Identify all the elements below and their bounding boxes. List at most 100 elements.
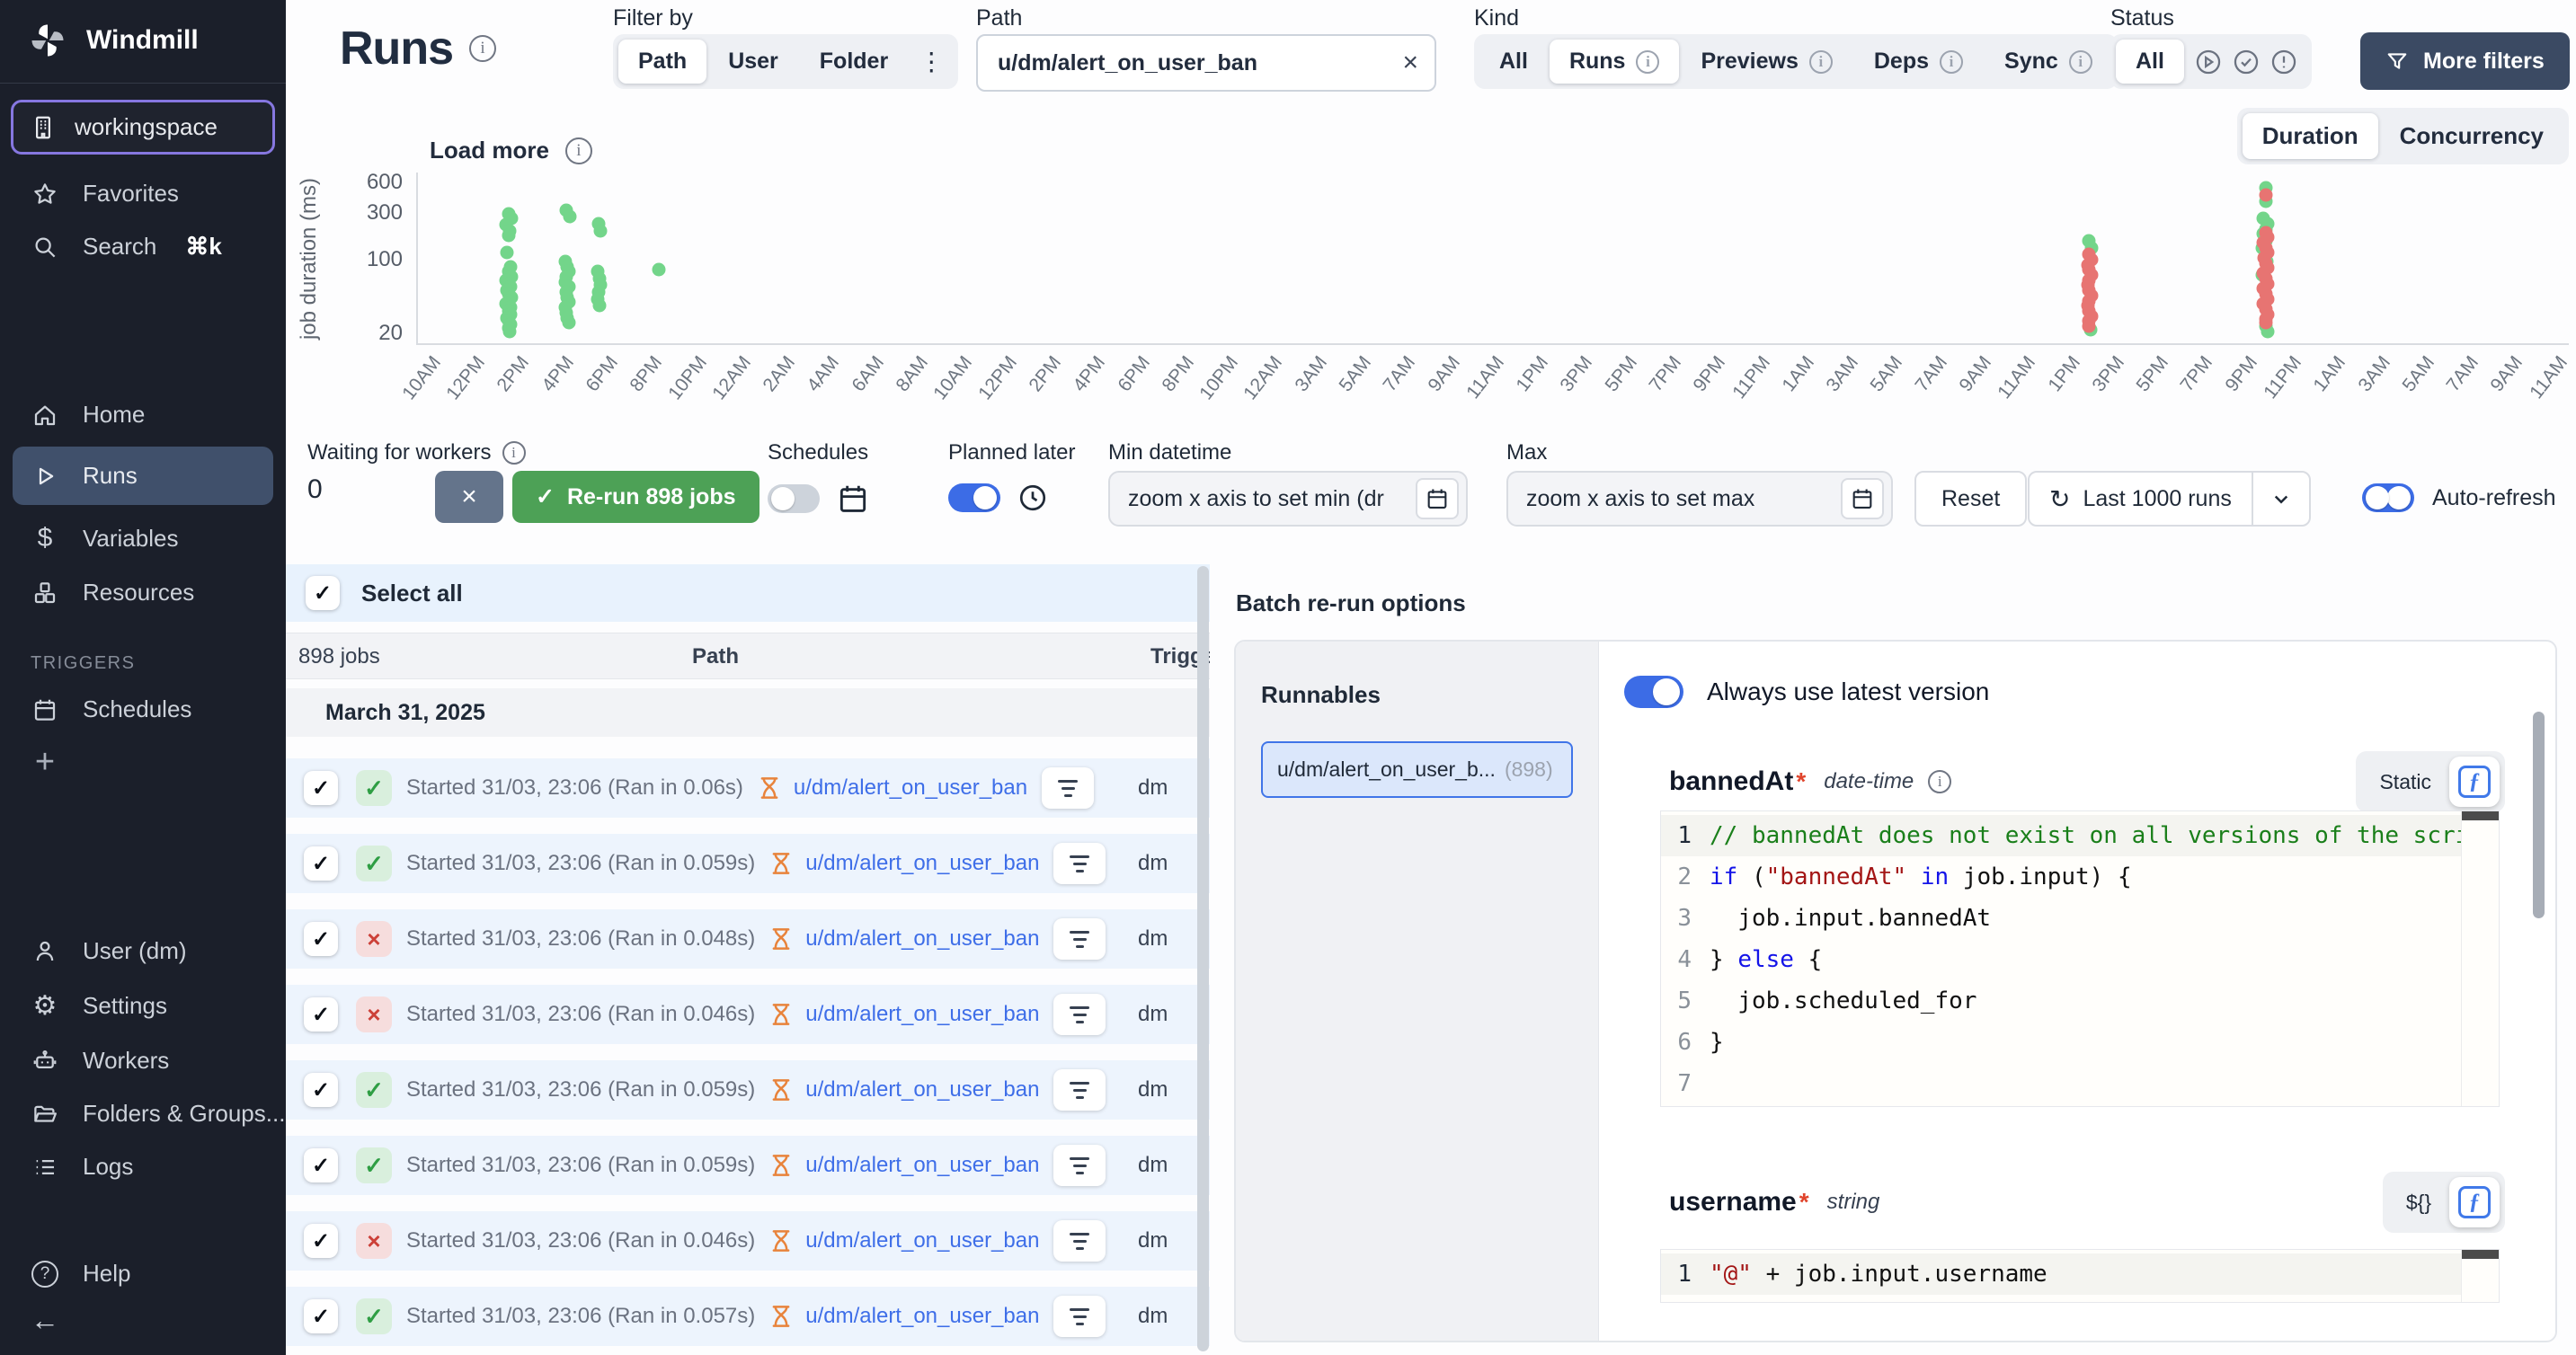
sidebar-item-label: Home xyxy=(83,401,145,429)
collapse-sidebar-button[interactable]: ← xyxy=(0,1300,286,1355)
sidebar-add-button[interactable]: + xyxy=(0,736,286,788)
sidebar-item-search[interactable]: Search ⌘k xyxy=(0,220,286,273)
clear-path-icon[interactable]: × xyxy=(1402,49,1418,76)
kind-runs[interactable]: Runsi xyxy=(1550,40,1680,84)
page-title-row: Runs i xyxy=(340,22,496,75)
reset-button[interactable]: Reset xyxy=(1914,471,2027,527)
run-path-link[interactable]: u/dm/alert_on_user_ban xyxy=(805,1077,1039,1103)
filter-tab-user[interactable]: User xyxy=(708,40,798,84)
row-checkbox[interactable]: ✓ xyxy=(304,1073,338,1107)
sidebar-item-folders-groups[interactable]: Folders & Groups... xyxy=(0,1087,286,1140)
filter-tab-folder[interactable]: Folder xyxy=(800,40,908,84)
row-checkbox[interactable]: ✓ xyxy=(304,771,338,805)
status-running-icon[interactable] xyxy=(2193,47,2224,77)
runnable-item[interactable]: u/dm/alert_on_user_b... (898) xyxy=(1261,741,1573,798)
table-row[interactable]: ✓ ✓ Started 31/03, 23:06 (Ran in 0.059s)… xyxy=(286,1136,1210,1195)
table-row[interactable]: ✓ ✓ Started 31/03, 23:06 (Ran in 0.057s)… xyxy=(286,1287,1210,1346)
path-input[interactable] xyxy=(998,50,1402,76)
row-args-button[interactable] xyxy=(1053,918,1106,960)
sidebar-item-help[interactable]: ? Help xyxy=(0,1247,286,1300)
run-path-link[interactable]: u/dm/alert_on_user_ban xyxy=(794,775,1027,801)
max-datetime-input[interactable] xyxy=(1526,486,1841,512)
row-args-button[interactable] xyxy=(1053,1296,1106,1337)
table-row[interactable]: ✓ × Started 31/03, 23:06 (Ran in 0.048s)… xyxy=(286,909,1210,969)
sidebar-item-schedules[interactable]: Schedules xyxy=(0,683,286,736)
row-args-button[interactable] xyxy=(1042,767,1094,809)
min-calendar-button[interactable] xyxy=(1416,478,1459,519)
sidebar-item-user[interactable]: User (dm) xyxy=(0,925,286,978)
kind-sync[interactable]: Synci xyxy=(1985,40,2112,84)
duration-scatter-plot[interactable] xyxy=(416,173,2569,345)
table-row[interactable]: ✓ × Started 31/03, 23:06 (Ran in 0.046s)… xyxy=(286,1211,1210,1271)
clear-selection-button[interactable]: × xyxy=(435,471,503,523)
rerun-jobs-button[interactable]: ✓ Re-run 898 jobs xyxy=(512,471,759,523)
row-checkbox[interactable]: ✓ xyxy=(304,1148,338,1182)
sidebar-item-logs[interactable]: Logs xyxy=(0,1140,286,1193)
min-datetime-input[interactable] xyxy=(1128,486,1416,512)
row-checkbox[interactable]: ✓ xyxy=(304,846,338,881)
sidebar-item-settings[interactable]: ⚙ Settings xyxy=(0,978,286,1034)
last-runs-refresh[interactable]: ↻ Last 1000 runs xyxy=(2030,484,2252,514)
row-checkbox[interactable]: ✓ xyxy=(304,997,338,1032)
row-args-button[interactable] xyxy=(1053,843,1106,884)
main-content: Runs i Filter by Path User Folder ⋮ Path… xyxy=(286,0,2576,1355)
run-trigger: dm xyxy=(1138,775,1168,801)
row-checkbox[interactable]: ✓ xyxy=(304,922,338,956)
bannedAt-code-editor[interactable]: 1// bannedAt does not exist on all versi… xyxy=(1660,810,2500,1107)
latest-version-toggle[interactable] xyxy=(1624,676,1683,708)
triggers-section-label: TRIGGERS xyxy=(0,619,286,683)
status-success-icon[interactable] xyxy=(2231,47,2261,77)
tab-concurrency[interactable]: Concurrency xyxy=(2380,113,2563,159)
table-row[interactable]: ✓ ✓ Started 31/03, 23:06 (Ran in 0.059s)… xyxy=(286,1060,1210,1120)
schedules-toggle[interactable] xyxy=(768,484,820,513)
sidebar-item-favorites[interactable]: Favorites xyxy=(0,167,286,220)
run-path-link[interactable]: u/dm/alert_on_user_ban xyxy=(805,1304,1039,1329)
workspace-selector[interactable]: workingspace xyxy=(11,100,275,155)
run-path-link[interactable]: u/dm/alert_on_user_ban xyxy=(805,1228,1039,1253)
last-runs-chevron[interactable] xyxy=(2253,485,2309,512)
run-path-link[interactable]: u/dm/alert_on_user_ban xyxy=(805,1002,1039,1027)
row-args-button[interactable] xyxy=(1053,1145,1106,1186)
table-row[interactable]: ✓ ✓ Started 31/03, 23:06 (Ran in 0.06s) … xyxy=(286,758,1210,818)
tab-duration[interactable]: Duration xyxy=(2243,113,2378,159)
sidebar-item-workers[interactable]: Workers xyxy=(0,1034,286,1087)
sidebar-item-runs[interactable]: Runs xyxy=(13,447,273,505)
more-filters-button[interactable]: More filters xyxy=(2360,32,2570,90)
sidebar-item-resources[interactable]: Resources xyxy=(0,566,286,619)
run-path-link[interactable]: u/dm/alert_on_user_ban xyxy=(805,851,1039,876)
run-path-link[interactable]: u/dm/alert_on_user_ban xyxy=(805,1153,1039,1178)
filter-tab-path[interactable]: Path xyxy=(618,40,706,84)
row-args-button[interactable] xyxy=(1053,994,1106,1035)
search-icon xyxy=(31,234,59,261)
run-path-link[interactable]: u/dm/alert_on_user_ban xyxy=(805,926,1039,952)
select-all-checkbox[interactable]: ✓ xyxy=(306,576,340,610)
kind-previews[interactable]: Previewsi xyxy=(1681,40,1852,84)
info-icon: i xyxy=(1809,50,1833,74)
sidebar-item-variables[interactable]: $ Variables xyxy=(0,510,286,566)
panel-scrollbar[interactable] xyxy=(2533,712,2545,918)
status-failure-icon[interactable] xyxy=(2269,47,2299,77)
row-args-button[interactable] xyxy=(1053,1220,1106,1262)
max-calendar-button[interactable] xyxy=(1841,478,1884,519)
username-code-editor[interactable]: 1"@" + job.input.username xyxy=(1660,1249,2500,1303)
javascript-mode-button[interactable]: ƒ xyxy=(2449,1177,2500,1227)
javascript-mode-button[interactable]: ƒ xyxy=(2449,757,2500,807)
kind-deps[interactable]: Depsi xyxy=(1854,40,1983,84)
sidebar-item-home[interactable]: Home xyxy=(0,388,286,441)
autorefresh-toggle[interactable] xyxy=(2362,483,2414,512)
table-row[interactable]: ✓ × Started 31/03, 23:06 (Ran in 0.046s)… xyxy=(286,985,1210,1044)
kebab-menu-icon[interactable]: ⋮ xyxy=(910,47,953,76)
row-checkbox[interactable]: ✓ xyxy=(304,1224,338,1258)
gear-icon: ⚙ xyxy=(31,990,59,1022)
planned-later-toggle[interactable] xyxy=(948,483,1000,512)
run-trigger: dm xyxy=(1138,1304,1168,1329)
row-checkbox[interactable]: ✓ xyxy=(304,1299,338,1333)
load-more-button[interactable]: Load more i xyxy=(430,137,592,164)
row-args-button[interactable] xyxy=(1053,1069,1106,1111)
kind-all[interactable]: All xyxy=(1479,40,1548,84)
static-mode-button[interactable]: Static xyxy=(2361,763,2449,801)
status-all[interactable]: All xyxy=(2116,40,2184,84)
table-scrollbar[interactable] xyxy=(1197,566,1209,1351)
interpolate-mode-button[interactable]: ${} xyxy=(2388,1183,2449,1222)
table-row[interactable]: ✓ ✓ Started 31/03, 23:06 (Ran in 0.059s)… xyxy=(286,834,1210,893)
